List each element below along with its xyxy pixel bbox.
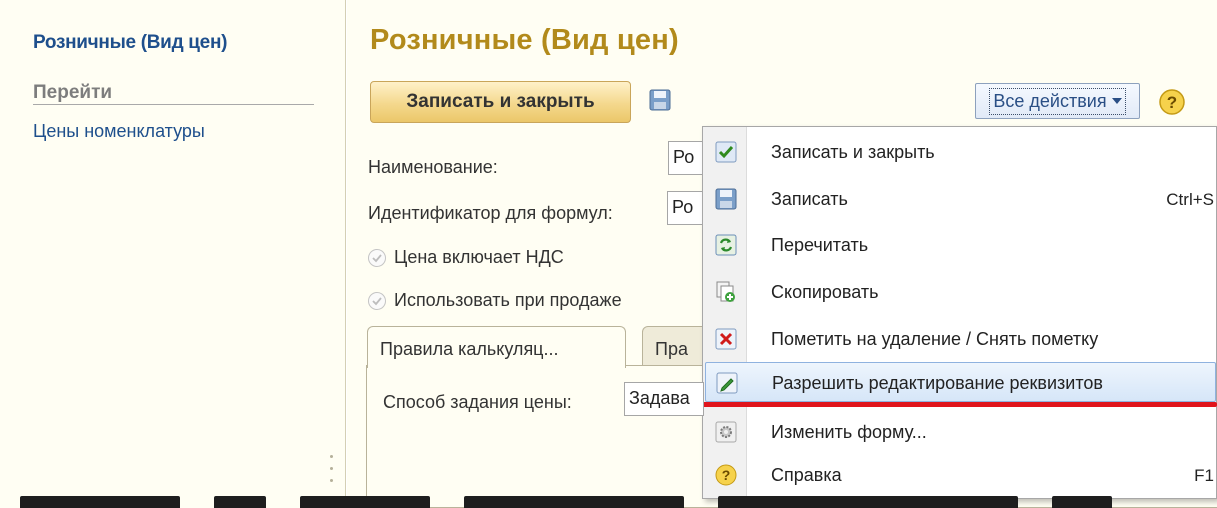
cropped-caption-text	[20, 496, 1217, 508]
name-label: Наименование:	[368, 157, 498, 177]
menu-item-mark-delete[interactable]: Пометить на удаление / Снять пометку	[705, 319, 1216, 359]
menu-item-save[interactable]: Записать Ctrl+S	[705, 179, 1216, 219]
nav-link-prices[interactable]: Цены номенклатуры	[33, 121, 205, 142]
copy-icon	[716, 281, 735, 302]
menu-item-label: Пометить на удаление / Снять пометку	[771, 329, 1099, 349]
page-title: Розничные (Вид цен)	[370, 24, 679, 56]
menu-item-label: Справка	[771, 465, 842, 485]
menu-item-save-close[interactable]: Записать и закрыть	[705, 132, 1216, 172]
edit-pencil-icon	[716, 372, 738, 394]
floppy-icon	[715, 188, 737, 210]
svg-text:?: ?	[722, 467, 731, 483]
checkbox-box	[368, 291, 386, 310]
all-actions-label: Все действия	[993, 90, 1107, 111]
menu-item-shortcut: F1	[1194, 466, 1214, 485]
menu-item-help[interactable]: ? Справка F1	[705, 455, 1216, 495]
chevron-down-icon	[1111, 98, 1122, 104]
vat-checkbox[interactable]: Цена включает НДС	[368, 247, 564, 268]
menu-item-label: Перечитать	[771, 235, 869, 255]
menu-item-label: Скопировать	[771, 282, 879, 302]
price-method-label: Способ задания цены:	[383, 392, 572, 412]
nav-title[interactable]: Розничные (Вид цен)	[33, 32, 227, 54]
gear-icon	[715, 421, 737, 443]
identifier-label: Идентификатор для формул:	[368, 203, 613, 223]
checkbox-box	[368, 248, 386, 267]
menu-item-shortcut: Ctrl+S	[1166, 190, 1214, 209]
menu-item-label: Записать и закрыть	[771, 142, 935, 162]
help-icon: ?	[715, 464, 737, 486]
vat-checkbox-label: Цена включает НДС	[394, 247, 564, 267]
delete-mark-icon	[715, 328, 737, 350]
check-icon	[372, 253, 382, 262]
panel-splitter-handle[interactable]	[330, 455, 334, 491]
check-save-icon	[715, 141, 737, 163]
annotation-underline	[701, 402, 1217, 407]
menu-item-reread[interactable]: Перечитать	[705, 225, 1216, 265]
menu-item-copy[interactable]: Скопировать	[705, 272, 1216, 312]
check-icon	[372, 296, 382, 305]
all-actions-menu: Записать и закрыть Записать Ctrl+S Переч…	[702, 126, 1217, 499]
nav-divider	[33, 104, 314, 105]
save-and-close-button[interactable]: Записать и закрыть	[370, 81, 631, 123]
price-method-field[interactable]: Задава	[624, 382, 704, 416]
floppy-icon[interactable]	[648, 88, 672, 112]
nav-section-goto: Перейти	[33, 82, 113, 103]
identifier-field[interactable]: Ро	[667, 191, 707, 225]
svg-text:?: ?	[1167, 93, 1177, 112]
sale-checkbox-label: Использовать при продаже	[394, 290, 622, 310]
menu-item-label: Разрешить редактирование реквизитов	[772, 373, 1103, 393]
tab-calc-rules[interactable]: Правила калькуляц...	[367, 326, 626, 368]
refresh-icon	[715, 234, 737, 256]
all-actions-button[interactable]: Все действия	[975, 83, 1140, 119]
menu-item-label: Изменить форму...	[771, 422, 927, 442]
navigation-panel: Розничные (Вид цен) Перейти Цены номенкл…	[0, 0, 346, 508]
help-icon[interactable]: ?	[1158, 88, 1186, 116]
sale-checkbox[interactable]: Использовать при продаже	[368, 290, 622, 311]
menu-item-allow-edit[interactable]: Разрешить редактирование реквизитов	[705, 362, 1216, 402]
menu-item-label: Записать	[771, 189, 848, 209]
menu-item-change-form[interactable]: Изменить форму...	[705, 412, 1216, 452]
